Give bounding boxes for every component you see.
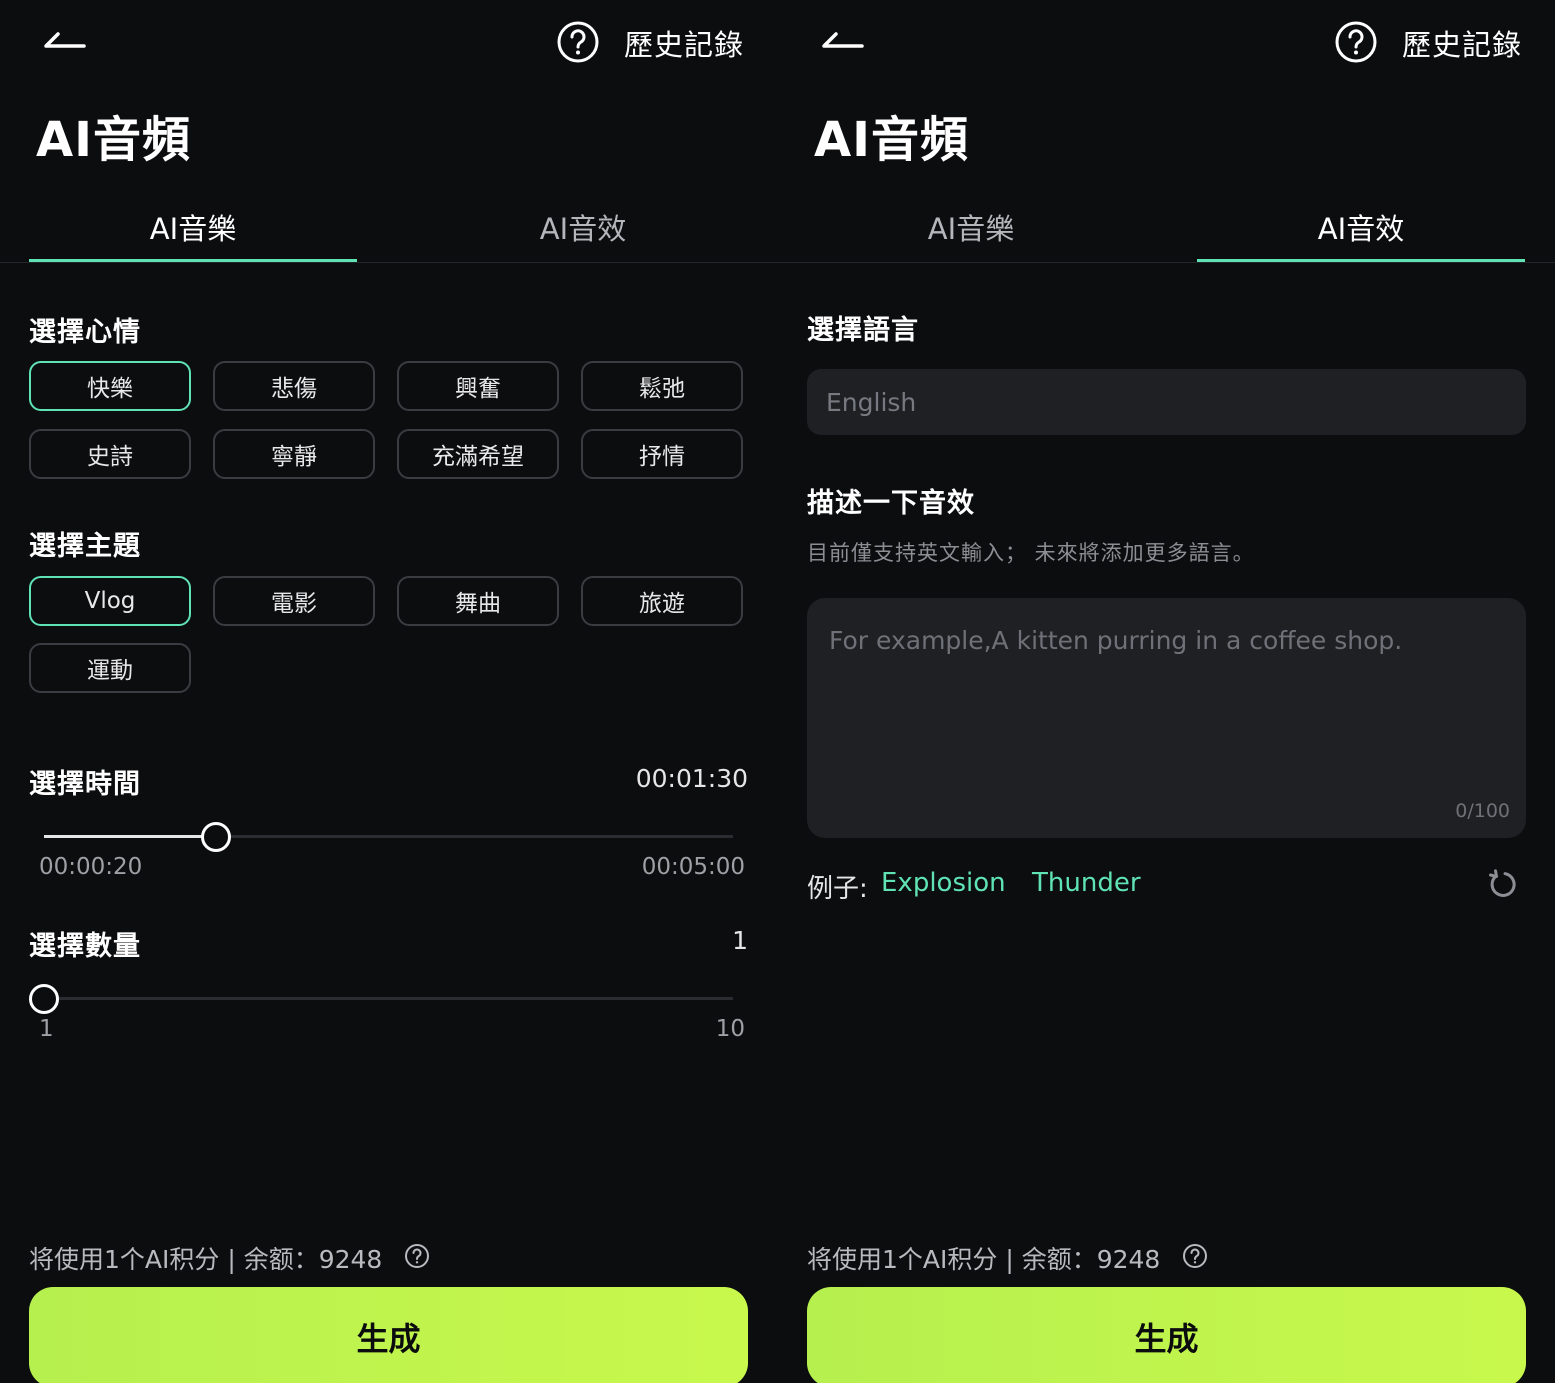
tab-ai-music[interactable]: AI音樂	[807, 206, 1135, 248]
mood-chip-lyrical[interactable]: 抒情	[581, 429, 743, 479]
duration-slider-fill	[44, 835, 217, 838]
tab-divider	[778, 262, 1555, 263]
quantity-max-label: 10	[715, 1016, 745, 1042]
example-thunder[interactable]: Thunder	[1032, 868, 1141, 898]
page-title: AI音頻	[36, 112, 192, 168]
mood-chip-calm[interactable]: 寧靜	[213, 429, 375, 479]
examples-label: 例子:	[807, 874, 868, 904]
theme-chip-sports[interactable]: 運動	[29, 643, 191, 693]
quantity-slider-track[interactable]	[44, 997, 733, 1000]
example-explosion[interactable]: Explosion	[881, 868, 1006, 898]
theme-section-title: 選擇主題	[29, 531, 141, 562]
generate-button[interactable]: 生成	[29, 1287, 748, 1383]
mood-section-title: 選擇心情	[29, 317, 141, 348]
help-icon[interactable]	[1334, 20, 1378, 64]
refresh-icon[interactable]	[1486, 868, 1518, 900]
duration-value: 00:01:30	[635, 764, 748, 793]
tab-ai-sfx[interactable]: AI音效	[1197, 206, 1525, 248]
tab-ai-music[interactable]: AI音樂	[29, 206, 357, 248]
description-input[interactable]	[829, 626, 1499, 776]
credits-help-icon[interactable]	[404, 1243, 430, 1269]
quantity-slider-thumb[interactable]	[29, 984, 59, 1014]
mood-chip-relaxed[interactable]: 鬆弛	[581, 361, 743, 411]
mood-chip-hopeful[interactable]: 充滿希望	[397, 429, 559, 479]
credits-info: 将使用1个AI积分 | 余额：9248	[807, 1245, 1161, 1274]
describe-hint: 目前僅支持英文輸入； 未來將添加更多語言。	[807, 541, 1255, 565]
tab-ai-sfx[interactable]: AI音效	[419, 206, 747, 248]
history-link[interactable]: 歷史記錄	[624, 22, 744, 64]
quantity-value: 1	[732, 926, 748, 955]
page-title: AI音頻	[814, 112, 970, 168]
mood-chip-happy[interactable]: 快樂	[29, 361, 191, 411]
theme-chip-dance[interactable]: 舞曲	[397, 576, 559, 626]
back-arrow-icon[interactable]	[818, 26, 866, 54]
duration-section-title: 選擇時間	[29, 769, 141, 800]
mood-chip-excited[interactable]: 興奮	[397, 361, 559, 411]
generate-button[interactable]: 生成	[807, 1287, 1526, 1383]
help-icon[interactable]	[556, 20, 600, 64]
describe-section-title: 描述一下音效	[807, 488, 975, 519]
duration-max-label: 00:05:00	[641, 854, 745, 880]
credits-help-icon[interactable]	[1182, 1243, 1208, 1269]
theme-chip-travel[interactable]: 旅遊	[581, 576, 743, 626]
language-select[interactable]: English	[807, 369, 1526, 435]
duration-slider-thumb[interactable]	[201, 822, 232, 852]
theme-chip-movie[interactable]: 電影	[213, 576, 375, 626]
credits-info: 将使用1个AI积分 | 余额：9248	[29, 1245, 383, 1274]
mood-chip-sad[interactable]: 悲傷	[213, 361, 375, 411]
sfx-screen: 歷史記錄 AI音頻 AI音樂 AI音效 選擇語言 English 描述一下音效 …	[778, 0, 1555, 1383]
mood-chip-epic[interactable]: 史詩	[29, 429, 191, 479]
duration-min-label: 00:00:20	[39, 854, 143, 880]
music-screen: 歷史記錄 AI音頻 AI音樂 AI音效 選擇心情 快樂 悲傷 興奮 鬆弛 史詩 …	[0, 0, 778, 1383]
history-link[interactable]: 歷史記錄	[1402, 22, 1522, 64]
char-counter: 0/100	[1455, 800, 1510, 822]
quantity-min-label: 1	[39, 1016, 54, 1042]
theme-chip-vlog[interactable]: Vlog	[29, 576, 191, 626]
language-section-title: 選擇語言	[807, 315, 919, 346]
back-arrow-icon[interactable]	[40, 26, 88, 54]
description-box: 0/100	[807, 598, 1526, 838]
tab-divider	[0, 262, 778, 263]
quantity-section-title: 選擇數量	[29, 931, 141, 962]
